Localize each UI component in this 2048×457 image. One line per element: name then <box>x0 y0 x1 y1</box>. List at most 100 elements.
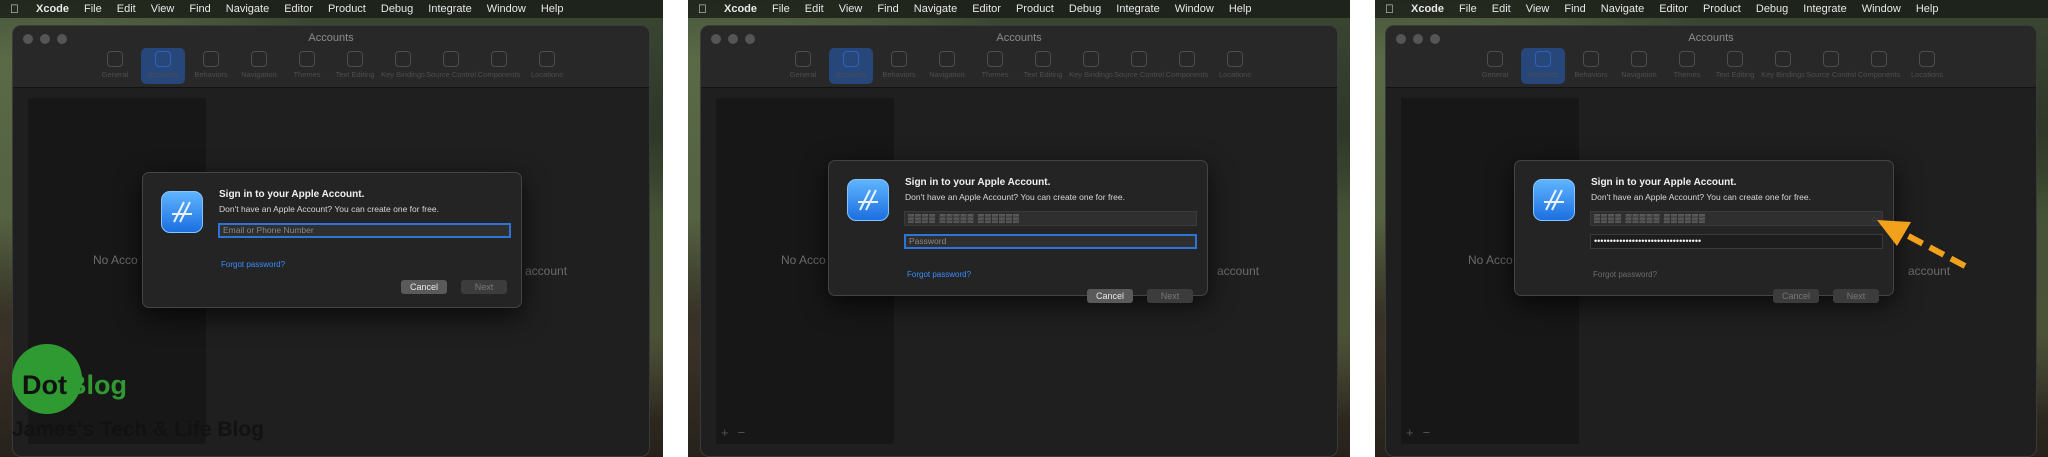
tab-navigation[interactable]: Navigation <box>237 48 281 84</box>
forgot-password-link[interactable]: Forgot password? <box>1593 270 1657 279</box>
tab-label: Navigation <box>1621 70 1657 79</box>
tab-key-bindings[interactable]: Key Bindings <box>1069 48 1113 84</box>
add-account-button[interactable]: + <box>721 425 729 440</box>
menu-help[interactable]: Help <box>1229 3 1252 15</box>
keyboard-icon <box>395 51 411 67</box>
menu-view[interactable]: View <box>1526 3 1550 15</box>
tab-locations[interactable]: Locations <box>1213 48 1257 84</box>
menu-edit[interactable]: Edit <box>805 3 824 15</box>
tab-text-editing[interactable]: Text Editing <box>1713 48 1757 84</box>
tab-general[interactable]: General <box>93 48 137 84</box>
cancel-button[interactable]: Cancel <box>1773 289 1819 303</box>
tab-accounts[interactable]: Accounts <box>141 48 185 84</box>
dialog-title: Sign in to your Apple Account. <box>219 189 365 200</box>
tab-components[interactable]: Components <box>1165 48 1209 84</box>
screenshot-step-2:  Xcode File Edit View Find Navigate Edi… <box>688 0 1350 457</box>
tab-general[interactable]: General <box>1473 48 1517 84</box>
tab-behaviors[interactable]: Behaviors <box>189 48 233 84</box>
add-account-button[interactable]: + <box>1406 425 1414 440</box>
menu-debug[interactable]: Debug <box>1069 3 1101 15</box>
tab-locations[interactable]: Locations <box>1905 48 1949 84</box>
email-field-filled-redacted[interactable]: ▒▒▒▒ ▒▒▒▒▒ ▒▒▒▒▒▒ ◌ <box>1590 211 1883 226</box>
menu-app[interactable]: Xcode <box>724 3 757 15</box>
tab-key-bindings[interactable]: Key Bindings <box>381 48 425 84</box>
tab-components[interactable]: Components <box>477 48 521 84</box>
tab-label: Locations <box>1218 70 1252 79</box>
tab-locations[interactable]: Locations <box>525 48 569 84</box>
menu-window[interactable]: Window <box>1175 3 1214 15</box>
apple-icon[interactable]:  <box>10 2 24 16</box>
menu-file[interactable]: File <box>772 3 790 15</box>
next-button[interactable]: Next <box>1147 289 1193 303</box>
tab-text-editing[interactable]: Text Editing <box>333 48 377 84</box>
menu-navigate[interactable]: Navigate <box>226 3 269 15</box>
menu-editor[interactable]: Editor <box>972 3 1001 15</box>
apple-icon[interactable]:  <box>698 2 712 16</box>
remove-account-button[interactable]: − <box>738 425 746 440</box>
tab-navigation[interactable]: Navigation <box>925 48 969 84</box>
email-field-filled-redacted[interactable]: ▒▒▒▒ ▒▒▒▒▒ ▒▒▒▒▒▒ <box>904 211 1197 226</box>
menu-navigate[interactable]: Navigate <box>1601 3 1644 15</box>
menu-integrate[interactable]: Integrate <box>1803 3 1846 15</box>
tab-source-control[interactable]: Source Control <box>426 48 476 84</box>
email-field[interactable]: Email or Phone Number <box>218 223 511 238</box>
menu-view[interactable]: View <box>839 3 863 15</box>
menu-product[interactable]: Product <box>1016 3 1054 15</box>
window-title: Accounts <box>308 32 354 44</box>
password-field[interactable]: Password <box>904 234 1197 249</box>
menu-editor[interactable]: Editor <box>1659 3 1688 15</box>
menu-file[interactable]: File <box>1459 3 1477 15</box>
remove-account-button[interactable]: − <box>1423 425 1431 440</box>
tab-label: General <box>101 70 129 79</box>
menu-debug[interactable]: Debug <box>381 3 413 15</box>
tab-label: Locations <box>530 70 564 79</box>
tab-accounts[interactable]: Accounts <box>829 48 873 84</box>
cancel-button[interactable]: Cancel <box>1087 289 1133 303</box>
no-accounts-text: No Acco <box>93 253 138 267</box>
menu-editor[interactable]: Editor <box>284 3 313 15</box>
no-accounts-text-right: account <box>1217 264 1260 278</box>
menu-help[interactable]: Help <box>541 3 564 15</box>
tab-components[interactable]: Components <box>1857 48 1901 84</box>
menu-find[interactable]: Find <box>877 3 898 15</box>
next-button[interactable]: Next <box>461 280 507 294</box>
tab-themes[interactable]: Themes <box>973 48 1017 84</box>
menu-help[interactable]: Help <box>1916 3 1939 15</box>
tab-source-control[interactable]: Source Control <box>1805 48 1857 84</box>
tab-themes[interactable]: Themes <box>285 48 329 84</box>
menu-debug[interactable]: Debug <box>1756 3 1788 15</box>
menu-edit[interactable]: Edit <box>1492 3 1511 15</box>
menu-file[interactable]: File <box>84 3 102 15</box>
tab-accounts[interactable]: Accounts <box>1521 48 1565 84</box>
menu-app[interactable]: Xcode <box>36 3 69 15</box>
cancel-button[interactable]: Cancel <box>401 280 447 294</box>
menu-window[interactable]: Window <box>487 3 526 15</box>
apple-icon[interactable]:  <box>1385 2 1399 16</box>
menu-integrate[interactable]: Integrate <box>428 3 471 15</box>
tab-themes[interactable]: Themes <box>1665 48 1709 84</box>
next-button[interactable]: Next <box>1833 289 1879 303</box>
menu-integrate[interactable]: Integrate <box>1116 3 1159 15</box>
forgot-password-link[interactable]: Forgot password? <box>907 270 971 279</box>
tab-general[interactable]: General <box>781 48 825 84</box>
behaviors-icon <box>1583 51 1599 67</box>
menu-find[interactable]: Find <box>189 3 210 15</box>
menu-app[interactable]: Xcode <box>1411 3 1444 15</box>
tab-source-control[interactable]: Source Control <box>1114 48 1164 84</box>
forgot-password-link[interactable]: Forgot password? <box>221 260 285 269</box>
tab-label: Source Control <box>1805 70 1857 79</box>
menu-product[interactable]: Product <box>328 3 366 15</box>
menu-window[interactable]: Window <box>1862 3 1901 15</box>
menu-view[interactable]: View <box>151 3 175 15</box>
tab-behaviors[interactable]: Behaviors <box>1569 48 1613 84</box>
tab-text-editing[interactable]: Text Editing <box>1021 48 1065 84</box>
menu-find[interactable]: Find <box>1564 3 1585 15</box>
tab-navigation[interactable]: Navigation <box>1617 48 1661 84</box>
password-field[interactable]: •••••••••••••••••••••••••••••••••• <box>1590 234 1883 249</box>
tab-key-bindings[interactable]: Key Bindings <box>1761 48 1805 84</box>
menu-navigate[interactable]: Navigate <box>914 3 957 15</box>
behaviors-icon <box>203 51 219 67</box>
tab-behaviors[interactable]: Behaviors <box>877 48 921 84</box>
menu-edit[interactable]: Edit <box>117 3 136 15</box>
menu-product[interactable]: Product <box>1703 3 1741 15</box>
